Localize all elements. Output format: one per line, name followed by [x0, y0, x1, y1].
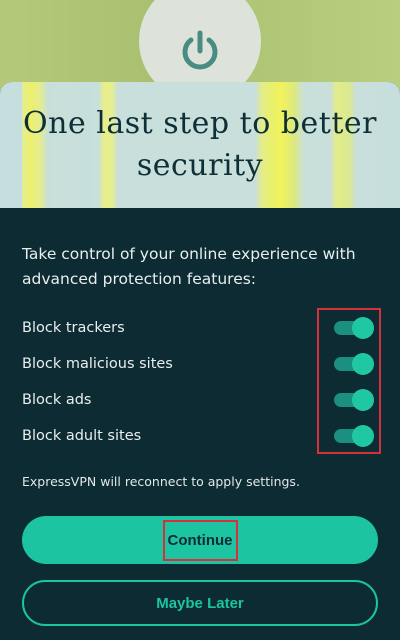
continue-label: Continue [162, 519, 238, 561]
intro-text: Take control of your online experience w… [22, 245, 356, 288]
toggle-label: Block trackers [22, 320, 125, 336]
page-title: One last step to better security [23, 106, 377, 183]
maybe-later-button[interactable]: Maybe Later [22, 580, 378, 626]
continue-button[interactable]: Continue [22, 516, 378, 564]
toggle-label: Block ads [22, 392, 92, 408]
hero-banner: One last step to better security [0, 82, 400, 208]
toggle-label: Block malicious sites [22, 356, 173, 372]
power-icon [182, 30, 218, 70]
reconnect-note: ExpressVPN will reconnect to apply setti… [22, 474, 300, 489]
toggles-highlight-box [317, 308, 381, 454]
toggle-label: Block adult sites [22, 428, 142, 444]
security-sheet: One last step to better security Take co… [0, 82, 400, 640]
